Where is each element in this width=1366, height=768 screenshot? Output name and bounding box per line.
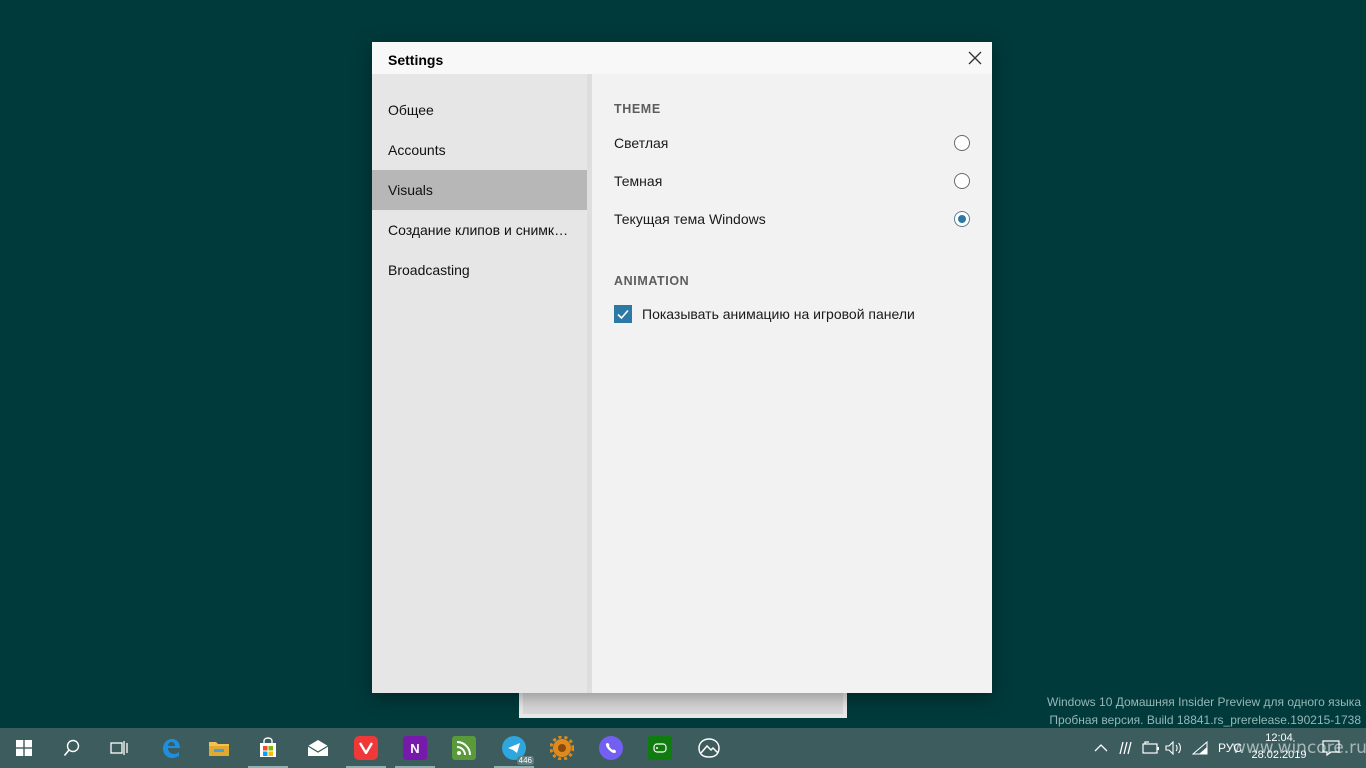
site-watermark: www.wincore.ru bbox=[1232, 738, 1366, 758]
vivaldi-icon bbox=[354, 736, 378, 760]
nav-item-accounts[interactable]: Accounts bbox=[372, 130, 587, 170]
nav-item-broadcasting[interactable]: Broadcasting bbox=[372, 250, 587, 290]
feed-reader-icon bbox=[452, 736, 476, 760]
viber-icon bbox=[599, 736, 623, 760]
nav-item-visuals[interactable]: Visuals bbox=[372, 170, 587, 210]
nav-item-general[interactable]: Общее bbox=[372, 90, 587, 130]
task-view-icon bbox=[110, 741, 128, 755]
photos-icon bbox=[698, 738, 720, 758]
vivaldi-button[interactable] bbox=[342, 728, 390, 768]
wifi-icon bbox=[1192, 741, 1208, 755]
battery-icon bbox=[1142, 741, 1159, 754]
radio-button[interactable] bbox=[954, 173, 970, 189]
theme-heading: THEME bbox=[614, 102, 661, 116]
sidebar-divider bbox=[587, 74, 592, 693]
nav-item-label: Broadcasting bbox=[388, 262, 470, 278]
animation-heading: ANIMATION bbox=[614, 274, 690, 288]
dialog-title: Settings bbox=[388, 52, 444, 68]
xbox-game-bar-button[interactable] bbox=[636, 728, 684, 768]
windows-build-watermark: Windows 10 Домашняя Insider Preview для … bbox=[1047, 693, 1361, 729]
watermark-line: Пробная версия. Build 18841.rs_prereleas… bbox=[1049, 713, 1361, 727]
file-explorer-button[interactable] bbox=[195, 728, 243, 768]
animation-checkbox[interactable] bbox=[614, 305, 632, 323]
telegram-badge: 446 bbox=[516, 756, 534, 765]
watermark-line: Windows 10 Домашняя Insider Preview для … bbox=[1047, 695, 1361, 709]
feed-reader-button[interactable] bbox=[440, 728, 488, 768]
onenote-button[interactable]: N bbox=[391, 728, 439, 768]
settings-sidebar: Общее Accounts Visuals Создание клипов и… bbox=[372, 74, 587, 693]
mail-icon bbox=[307, 740, 329, 756]
xbox-game-bar-icon bbox=[648, 736, 672, 760]
viber-button[interactable] bbox=[587, 728, 635, 768]
volume-icon bbox=[1165, 741, 1181, 755]
edge-button[interactable] bbox=[147, 728, 195, 768]
settings-gear-app-icon bbox=[550, 736, 574, 760]
close-button[interactable] bbox=[958, 42, 992, 74]
mail-button[interactable] bbox=[294, 728, 342, 768]
battery-button[interactable] bbox=[1142, 728, 1160, 768]
nav-item-label: Accounts bbox=[388, 142, 446, 158]
show-animation-option[interactable]: Показывать анимацию на игровой панели bbox=[614, 305, 915, 323]
radio-label: Текущая тема Windows bbox=[614, 211, 766, 227]
settings-dialog: Settings Общее Accounts Visuals Создание… bbox=[372, 42, 992, 693]
nav-item-label: Создание клипов и снимков экрана bbox=[388, 222, 570, 238]
nav-item-captures[interactable]: Создание клипов и снимков экрана bbox=[372, 210, 587, 250]
theme-option-dark[interactable]: Темная bbox=[614, 170, 970, 192]
taskbar: N 446 РУС 12:04 28.02.2019 bbox=[0, 728, 1366, 768]
radio-button[interactable] bbox=[954, 135, 970, 151]
show-hidden-icons-button[interactable] bbox=[1094, 728, 1108, 768]
settings-gear-app-button[interactable] bbox=[538, 728, 586, 768]
radio-label: Темная bbox=[614, 173, 663, 189]
store-button[interactable] bbox=[244, 728, 292, 768]
radio-button-selected[interactable] bbox=[954, 211, 970, 227]
file-explorer-icon bbox=[209, 742, 229, 756]
theme-option-windows[interactable]: Текущая тема Windows bbox=[614, 208, 970, 230]
theme-option-light[interactable]: Светлая bbox=[614, 132, 970, 154]
start-icon bbox=[16, 740, 32, 756]
photos-button[interactable] bbox=[685, 728, 733, 768]
task-view-button[interactable] bbox=[96, 728, 144, 768]
animation-checkbox-label: Показывать анимацию на игровой панели bbox=[642, 306, 915, 322]
volume-button[interactable] bbox=[1165, 728, 1183, 768]
nav-item-label: Общее bbox=[388, 102, 434, 118]
chevron-up-icon bbox=[1094, 744, 1108, 752]
pen-tray-button[interactable] bbox=[1118, 728, 1134, 768]
start-button[interactable] bbox=[0, 728, 48, 768]
close-icon bbox=[968, 51, 982, 65]
search-button[interactable] bbox=[48, 728, 96, 768]
pen-icon bbox=[1119, 741, 1132, 755]
nav-item-label: Visuals bbox=[388, 182, 433, 198]
telegram-icon: 446 bbox=[502, 736, 534, 765]
telegram-button[interactable]: 446 bbox=[490, 728, 538, 768]
checkmark-icon bbox=[617, 309, 629, 320]
dialog-header: Settings bbox=[372, 42, 992, 74]
network-button[interactable] bbox=[1192, 728, 1208, 768]
edge-icon bbox=[163, 739, 180, 758]
search-icon bbox=[63, 739, 80, 757]
radio-label: Светлая bbox=[614, 135, 669, 151]
store-icon bbox=[260, 737, 276, 757]
onenote-icon: N bbox=[403, 736, 427, 760]
